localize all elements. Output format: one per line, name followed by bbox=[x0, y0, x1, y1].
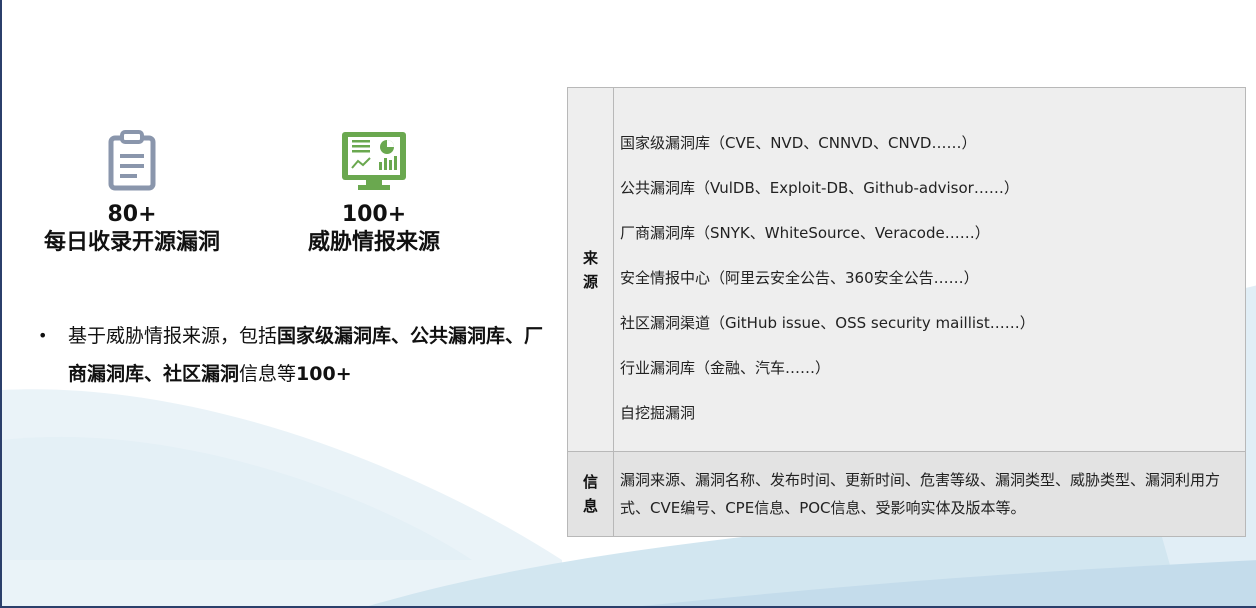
dashboard-monitor-icon bbox=[342, 132, 406, 190]
bullet-bold-part: 100+ bbox=[296, 363, 352, 385]
slide-frame: 80+ 每日收录开源漏洞 100+ 威胁情报来源 • 基于威胁情报来源，包括国家… bbox=[0, 0, 1256, 608]
stat-label: 威胁情报来源 bbox=[307, 230, 440, 255]
list-item: 安全情报中心（阿里云安全公告、360安全公告……） bbox=[620, 268, 979, 287]
source-header-cell: 来 源 bbox=[567, 87, 614, 452]
source-header-char: 来 bbox=[582, 248, 598, 267]
list-item: 厂商漏洞库（SNYK、WhiteSource、Veracode……） bbox=[620, 223, 990, 242]
info-header-char: 息 bbox=[582, 497, 598, 515]
bullet-text: 基于威胁情报来源，包括国家级漏洞库、公共漏洞库、厂商漏洞库、社区漏洞信息等100… bbox=[38, 317, 548, 393]
bullet-marker: • bbox=[38, 326, 48, 345]
bullet-part: 信息等 bbox=[239, 363, 297, 385]
source-description-bullet: • 基于威胁情报来源，包括国家级漏洞库、公共漏洞库、厂商漏洞库、社区漏洞信息等1… bbox=[38, 317, 548, 393]
vuln-info-table: 来 源 国家级漏洞库（CVE、NVD、CNNVD、CNVD……） 公共漏洞库（V… bbox=[567, 87, 1246, 537]
source-list: 国家级漏洞库（CVE、NVD、CNNVD、CNVD……） 公共漏洞库（VulDB… bbox=[620, 93, 1239, 447]
list-item: 国家级漏洞库（CVE、NVD、CNNVD、CNVD……） bbox=[620, 133, 977, 152]
clipboard-icon bbox=[108, 130, 156, 191]
stat-daily-vulns: 80+ 每日收录开源漏洞 bbox=[42, 130, 222, 258]
stat-number: 80+ bbox=[107, 202, 157, 227]
info-header-char: 信 bbox=[582, 473, 598, 491]
info-fields-cell: 漏洞来源、漏洞名称、发布时间、更新时间、危害等级、漏洞类型、威胁类型、漏洞利用方… bbox=[613, 451, 1246, 537]
stat-threat-sources: 100+ 威胁情报来源 bbox=[294, 130, 454, 258]
bullet-part: 基于威胁情报来源，包括 bbox=[68, 325, 278, 347]
list-item: 社区漏洞渠道（GitHub issue、OSS security maillis… bbox=[620, 313, 1035, 332]
info-header-cell: 信 息 bbox=[567, 451, 614, 537]
list-item: 公共漏洞库（VulDB、Exploit-DB、Github-advisor……） bbox=[620, 178, 1019, 197]
stat-label: 每日收录开源漏洞 bbox=[43, 230, 220, 255]
list-item: 自挖掘漏洞 bbox=[620, 403, 696, 422]
table-row: 来 源 国家级漏洞库（CVE、NVD、CNNVD、CNVD……） 公共漏洞库（V… bbox=[567, 87, 1246, 452]
sources-cell: 国家级漏洞库（CVE、NVD、CNNVD、CNVD……） 公共漏洞库（VulDB… bbox=[613, 87, 1246, 452]
stat-number: 100+ bbox=[341, 202, 407, 227]
table-row: 信 息 漏洞来源、漏洞名称、发布时间、更新时间、危害等级、漏洞类型、威胁类型、漏… bbox=[567, 451, 1246, 537]
list-item: 行业漏洞库（金融、汽车……） bbox=[620, 358, 831, 377]
source-header-char: 源 bbox=[582, 272, 598, 291]
